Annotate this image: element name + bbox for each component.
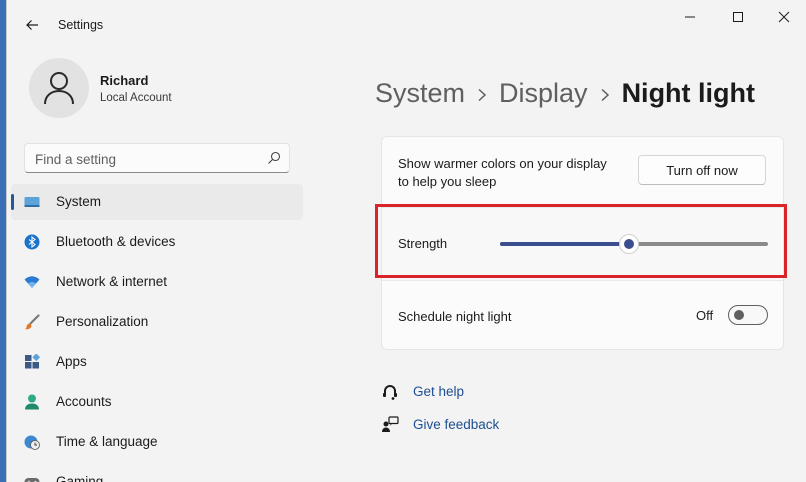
- maximize-button[interactable]: [715, 4, 761, 30]
- page-title: Night light: [621, 78, 756, 108]
- sidebar-item-label: Personalization: [56, 314, 149, 329]
- user-name: Richard: [100, 73, 149, 88]
- turn-off-now-button[interactable]: Turn off now: [638, 155, 766, 185]
- paintbrush-icon: [24, 314, 40, 330]
- search-input[interactable]: [33, 148, 262, 170]
- toggle-state-label: Off: [696, 308, 714, 323]
- sidebar-item-personalization[interactable]: Personalization: [11, 304, 303, 340]
- sidebar-item-apps[interactable]: Apps: [11, 344, 303, 380]
- back-button[interactable]: [19, 12, 45, 38]
- sidebar-item-bluetooth[interactable]: Bluetooth & devices: [11, 224, 303, 260]
- minimize-icon: [685, 16, 695, 18]
- sidebar-item-label: System: [56, 194, 102, 209]
- close-icon: [778, 11, 790, 23]
- sidebar-item-label: Bluetooth & devices: [56, 234, 176, 249]
- person-icon: [25, 394, 39, 410]
- sidebar-item-label: Network & internet: [56, 274, 168, 289]
- sidebar-item-system[interactable]: System: [11, 184, 303, 220]
- get-help-link[interactable]: Get help: [381, 381, 464, 403]
- schedule-toggle[interactable]: [728, 305, 768, 325]
- sidebar-item-gaming[interactable]: Gaming: [11, 464, 303, 482]
- sidebar-item-network[interactable]: Network & internet: [11, 264, 303, 300]
- selection-indicator: [11, 194, 14, 210]
- app-title: Settings: [58, 18, 104, 32]
- chevron-right-icon: [465, 78, 499, 109]
- user-icon: [44, 72, 74, 105]
- give-feedback-link[interactable]: Give feedback: [381, 414, 499, 436]
- gamepad-icon: [24, 478, 40, 482]
- bluetooth-icon: [24, 234, 40, 250]
- chevron-right-icon: [588, 78, 622, 109]
- get-help-label[interactable]: Get help: [413, 384, 464, 399]
- account-type: Local Account: [100, 92, 172, 104]
- minimize-button[interactable]: [667, 4, 713, 30]
- title-bar: Settings: [7, 0, 806, 50]
- breadcrumb-system[interactable]: System: [375, 78, 465, 109]
- wifi-icon: [24, 276, 40, 288]
- sidebar-item-label: Gaming: [56, 474, 104, 482]
- sidebar: Richard Local Account System Bluetooth &…: [7, 50, 307, 482]
- globe-clock-icon: [24, 435, 40, 450]
- sidebar-item-label: Accounts: [56, 394, 112, 409]
- feedback-icon: [382, 416, 399, 432]
- apps-icon: [25, 354, 40, 369]
- back-arrow-icon: [26, 20, 38, 30]
- highlight-box: [375, 204, 787, 278]
- breadcrumb: System Display Night light: [375, 78, 755, 109]
- sidebar-item-label: Apps: [56, 354, 87, 369]
- settings-window: Settings Richard Local Account System Bl…: [6, 0, 806, 482]
- avatar[interactable]: [29, 58, 89, 118]
- night-light-description: Show warmer colors on your display to he…: [398, 156, 607, 189]
- search-box: [24, 143, 290, 173]
- maximize-icon: [733, 12, 743, 22]
- monitor-icon: [24, 197, 40, 207]
- sidebar-item-accounts[interactable]: Accounts: [11, 384, 303, 420]
- sidebar-item-label: Time & language: [56, 434, 158, 449]
- help-icon: [383, 385, 397, 400]
- toggle-knob: [734, 310, 744, 320]
- schedule-label: Schedule night light: [398, 309, 512, 324]
- sidebar-item-time-language[interactable]: Time & language: [11, 424, 303, 460]
- main-content: System Display Night light Show warmer c…: [307, 50, 806, 482]
- search-icon[interactable]: [267, 151, 281, 165]
- close-button[interactable]: [761, 4, 806, 30]
- breadcrumb-display[interactable]: Display: [499, 78, 588, 109]
- give-feedback-label[interactable]: Give feedback: [413, 417, 499, 432]
